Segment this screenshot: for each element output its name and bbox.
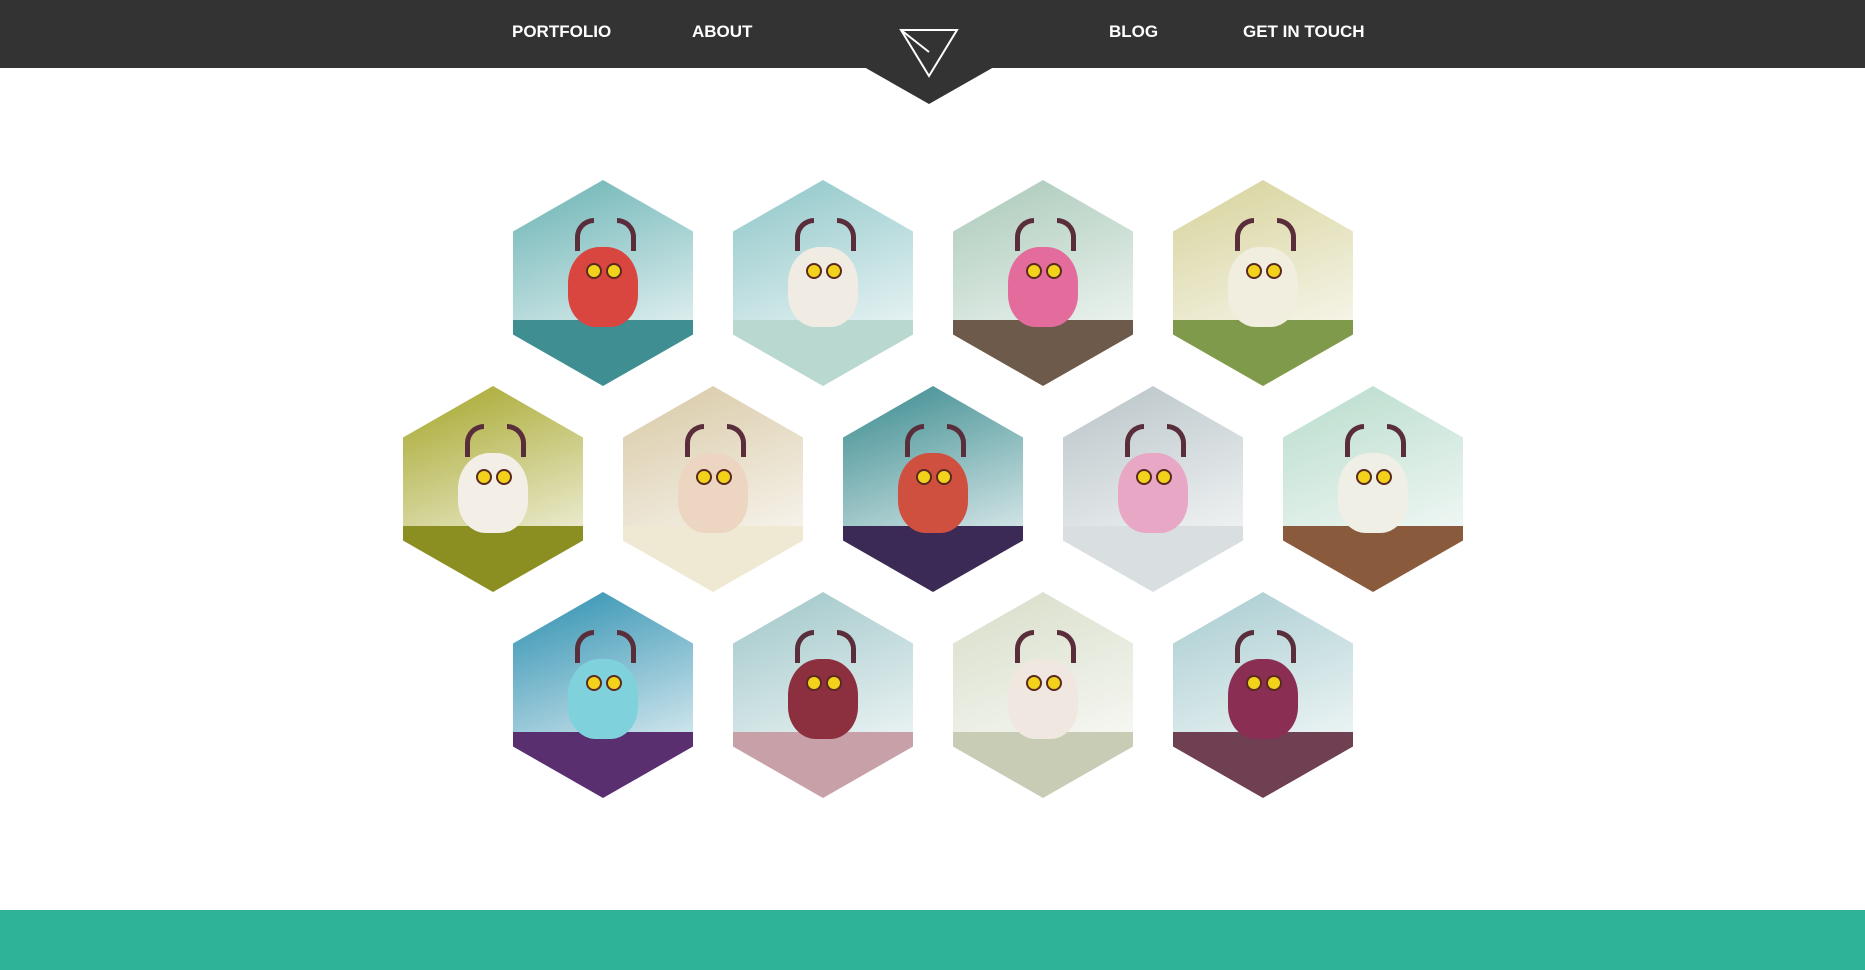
- creature-eye: [716, 469, 732, 486]
- portfolio-tile-lying-unicorn-pig[interactable]: [403, 386, 583, 592]
- portfolio-tile-purple-lake-monster[interactable]: [1173, 592, 1353, 798]
- nav-about-link[interactable]: ABOUT: [692, 22, 752, 42]
- creature-eye: [806, 675, 822, 692]
- portfolio-tile-flying-sheep-monster[interactable]: [733, 180, 913, 386]
- creature-illustration: [1228, 659, 1298, 740]
- tile-ground: [733, 732, 913, 798]
- tile-ground: [623, 526, 803, 592]
- nav-get-in-touch-link[interactable]: GET IN TOUCH: [1243, 22, 1365, 42]
- nav-blog-link[interactable]: BLOG: [1109, 22, 1158, 42]
- creature-illustration: [788, 247, 858, 328]
- creature-illustration: [1338, 453, 1408, 534]
- creature-eye: [1266, 263, 1282, 280]
- creature-eye: [1136, 469, 1152, 486]
- creature-eye: [496, 469, 512, 486]
- creature-illustration: [898, 453, 968, 534]
- creature-eye: [1026, 675, 1042, 692]
- nav-portfolio-link[interactable]: PORTFOLIO: [512, 22, 611, 42]
- portfolio-tile-white-yeti-on-branch[interactable]: [1283, 386, 1463, 592]
- tile-ground: [733, 320, 913, 386]
- creature-eye: [1246, 263, 1262, 280]
- creature-illustration: [568, 247, 638, 328]
- tile-ground: [513, 732, 693, 798]
- creature-eye: [1046, 675, 1062, 692]
- creature-eye: [1026, 263, 1042, 280]
- portfolio-tile-octopus-monster[interactable]: [843, 386, 1023, 592]
- triangle-logo-icon[interactable]: [898, 26, 960, 80]
- tile-ground: [953, 732, 1133, 798]
- creature-eye: [1356, 469, 1372, 486]
- portfolio-tile-tiki-mask-monster[interactable]: [733, 592, 913, 798]
- creature-eye: [806, 263, 822, 280]
- creature-illustration: [1118, 453, 1188, 534]
- portfolio-tile-red-horned-monster[interactable]: [513, 180, 693, 386]
- tile-ground: [1173, 320, 1353, 386]
- portfolio-tile-pink-multi-eyed-monster[interactable]: [953, 180, 1133, 386]
- creature-eye: [606, 675, 622, 692]
- creature-eye: [696, 469, 712, 486]
- creature-eye: [1046, 263, 1062, 280]
- creature-eye: [586, 675, 602, 692]
- creature-illustration: [788, 659, 858, 740]
- creature-eye: [1156, 469, 1172, 486]
- tile-ground: [1173, 732, 1353, 798]
- footer-band: [0, 910, 1865, 970]
- creature-eye: [1246, 675, 1262, 692]
- tile-ground: [513, 320, 693, 386]
- creature-eye: [826, 675, 842, 692]
- creature-illustration: [1228, 247, 1298, 328]
- tile-ground: [953, 320, 1133, 386]
- portfolio-tile-winged-creature[interactable]: [953, 592, 1133, 798]
- creature-eye: [586, 263, 602, 280]
- portfolio-tile-antlered-pig[interactable]: [623, 386, 803, 592]
- creature-illustration: [568, 659, 638, 740]
- creature-illustration: [678, 453, 748, 534]
- creature-eye: [916, 469, 932, 486]
- creature-illustration: [1008, 659, 1078, 740]
- creature-illustration: [1008, 247, 1078, 328]
- tile-ground: [843, 526, 1023, 592]
- creature-eye: [476, 469, 492, 486]
- tile-ground: [1283, 526, 1463, 592]
- portfolio-tile-jellyfish-creature[interactable]: [513, 592, 693, 798]
- creature-illustration: [458, 453, 528, 534]
- tile-ground: [403, 526, 583, 592]
- creature-eye: [606, 263, 622, 280]
- tile-ground: [1063, 526, 1243, 592]
- portfolio-tile-puppet-cow-monster[interactable]: [1173, 180, 1353, 386]
- portfolio-tile-two-horned-yetis[interactable]: [1063, 386, 1243, 592]
- creature-eye: [826, 263, 842, 280]
- creature-eye: [936, 469, 952, 486]
- creature-eye: [1266, 675, 1282, 692]
- creature-eye: [1376, 469, 1392, 486]
